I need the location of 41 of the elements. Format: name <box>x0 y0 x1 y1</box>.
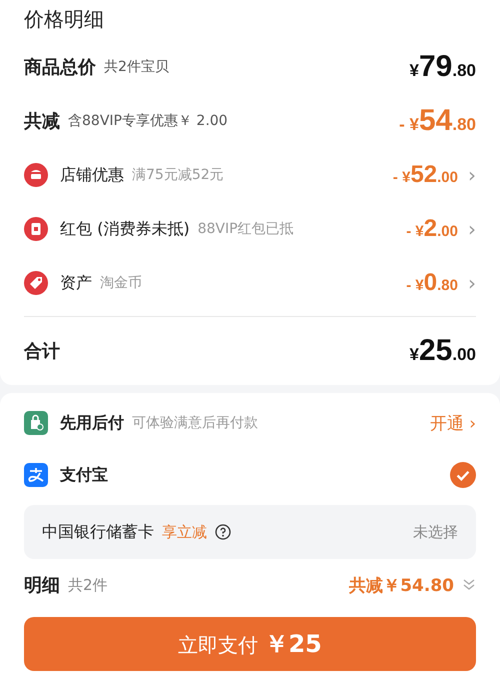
detail-label: 明细 <box>24 574 60 597</box>
activate-link[interactable]: 开通 › <box>430 412 476 434</box>
row-note: 共2件宝贝 <box>104 58 169 76</box>
alipay-icon <box>24 463 48 487</box>
saving-total[interactable]: 共减￥54.80 <box>349 574 454 596</box>
chevron[interactable]: › <box>468 163 476 187</box>
check-icon[interactable] <box>450 462 476 488</box>
row-label: 共减 <box>24 110 60 133</box>
shopping-bag-icon <box>24 411 48 435</box>
price: - ¥54.80 <box>399 104 476 138</box>
payment-label: 先用后付 <box>60 412 124 434</box>
row-label: 店铺优惠 <box>60 164 124 186</box>
row-label: 红包 (消费券未抵) <box>60 218 190 240</box>
discount-amount: - ¥52.00 <box>392 161 458 189</box>
section-title: 价格明细 <box>24 6 105 33</box>
item-count: 共2件 <box>68 576 108 594</box>
row-label: 商品总价 <box>24 56 96 79</box>
bank-card-option[interactable]: 中国银行储蓄卡 享立减 未选择 <box>24 505 476 559</box>
price: ¥79.80 <box>410 50 476 84</box>
total-label: 合计 <box>24 340 60 363</box>
chevron[interactable]: › <box>468 271 476 295</box>
total-price: ¥25.00 <box>410 334 476 368</box>
row-note: 淘金币 <box>100 274 142 292</box>
help-icon[interactable] <box>215 524 231 540</box>
payment-note: 可体验满意后再付款 <box>132 414 258 432</box>
payment-label: 支付宝 <box>60 464 108 486</box>
bank-card-label: 中国银行储蓄卡 <box>42 522 154 542</box>
row-note: 含88VIP专享优惠￥ 2.00 <box>68 112 228 130</box>
promo-label: 享立减 <box>162 522 207 542</box>
row-label: 资产 <box>60 272 92 294</box>
selection-status: 未选择 <box>413 522 458 542</box>
chevron[interactable]: › <box>468 217 476 241</box>
row-note: 88VIP红包已抵 <box>198 220 294 238</box>
pay-button[interactable]: 立即支付 ￥25 <box>24 617 476 671</box>
shop-icon <box>24 163 48 187</box>
tag-icon <box>24 271 48 295</box>
row-note: 满75元减52元 <box>132 166 224 184</box>
envelope-icon <box>24 217 48 241</box>
discount-amount: - ¥2.00 <box>406 215 458 243</box>
discount-amount: - ¥0.80 <box>406 269 458 297</box>
double-chevron-icon[interactable] <box>462 578 476 592</box>
